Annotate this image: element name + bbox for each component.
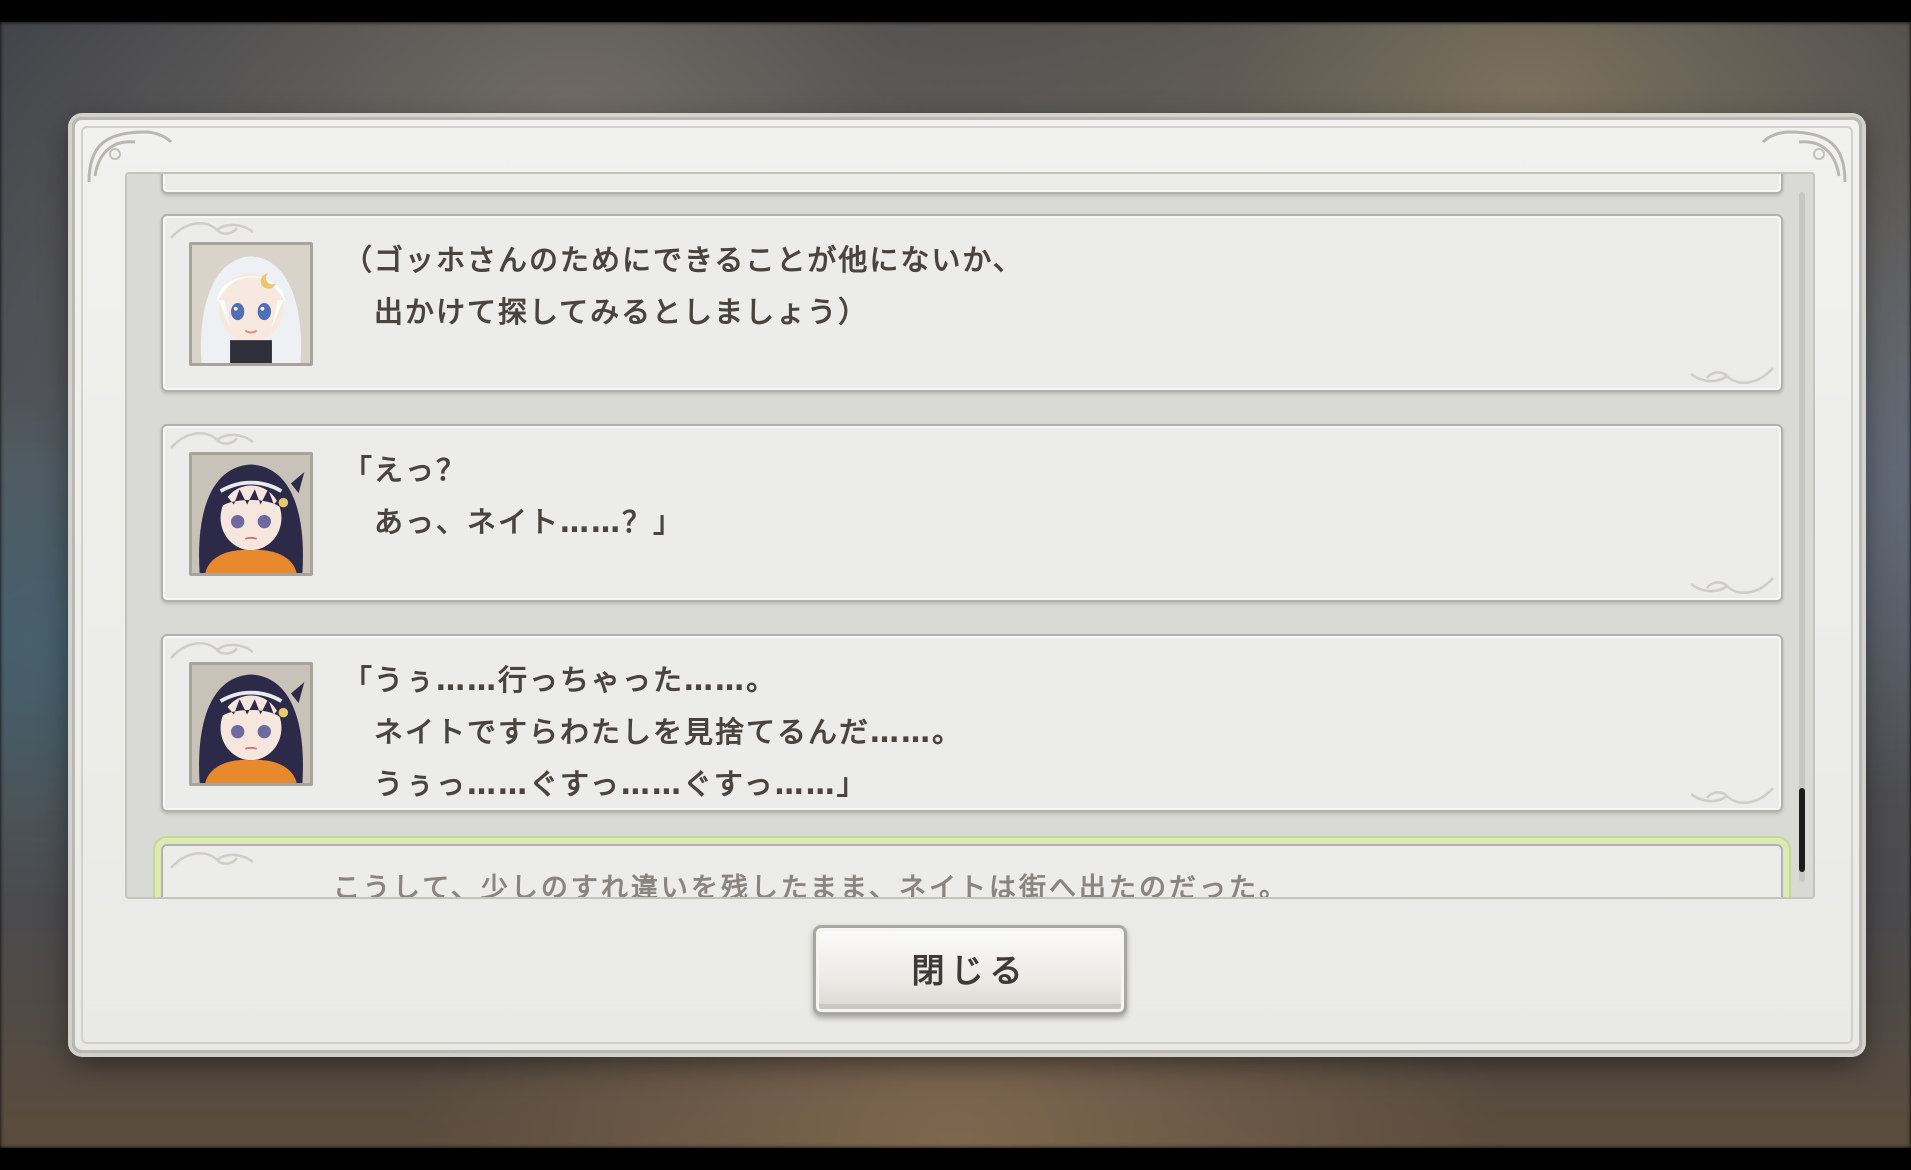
letterbox-top <box>0 0 1911 22</box>
dialogue-log-list[interactable]: （ゴッホさんのためにできることが他にないか、 出かけて探してみるとしましょう） <box>125 172 1815 899</box>
dark-haired-girl-portrait-icon <box>189 662 313 786</box>
close-button[interactable]: 閉じる <box>813 925 1127 1015</box>
log-entry-narration-current: こうして、少しのすれ違いを残したまま、ネイトは街へ出たのだった。 <box>161 844 1783 899</box>
dialogue-text: 「うぅ……行っちゃった……。 ネイトですらわたしを見捨てるんだ……。 うぅっ……… <box>343 663 964 801</box>
log-entry-partial <box>161 174 1783 194</box>
swirl-ornament-icon <box>1690 577 1774 594</box>
swirl-ornament-icon <box>1690 367 1774 384</box>
dialogue-text: （ゴッホさんのためにできることが他にないか、 出かけて探してみるとしましょう） <box>343 243 1024 329</box>
backlog-dialog: （ゴッホさんのためにできることが他にないか、 出かけて探してみるとしましょう） <box>72 117 1862 1053</box>
swirl-ornament-icon <box>170 222 254 239</box>
swirl-ornament-icon <box>170 642 254 659</box>
log-entry: 「えっ？ あっ、ネイト……？」 <box>161 424 1783 602</box>
letterbox-bottom <box>0 1148 1911 1170</box>
close-button-label: 閉じる <box>911 951 1029 990</box>
scrollbar[interactable] <box>1799 192 1805 882</box>
swirl-ornament-icon <box>170 852 254 869</box>
log-entry: 「うぅ……行っちゃった……。 ネイトですらわたしを見捨てるんだ……。 うぅっ……… <box>161 634 1783 812</box>
dialogue-text: 「えっ？ あっ、ネイト……？」 <box>343 453 685 539</box>
swirl-ornament-icon <box>170 432 254 449</box>
scroll-thumb[interactable] <box>1799 788 1805 872</box>
narration-text: こうして、少しのすれ違いを残したまま、ネイトは街へ出たのだった。 <box>333 873 1289 899</box>
swirl-ornament-icon <box>1690 787 1774 804</box>
game-screen: （ゴッホさんのためにできることが他にないか、 出かけて探してみるとしましょう） <box>0 0 1911 1170</box>
log-entry: （ゴッホさんのためにできることが他にないか、 出かけて探してみるとしましょう） <box>161 214 1783 392</box>
white-haired-girl-portrait-icon <box>189 242 313 366</box>
dark-haired-girl-portrait-icon <box>189 452 313 576</box>
